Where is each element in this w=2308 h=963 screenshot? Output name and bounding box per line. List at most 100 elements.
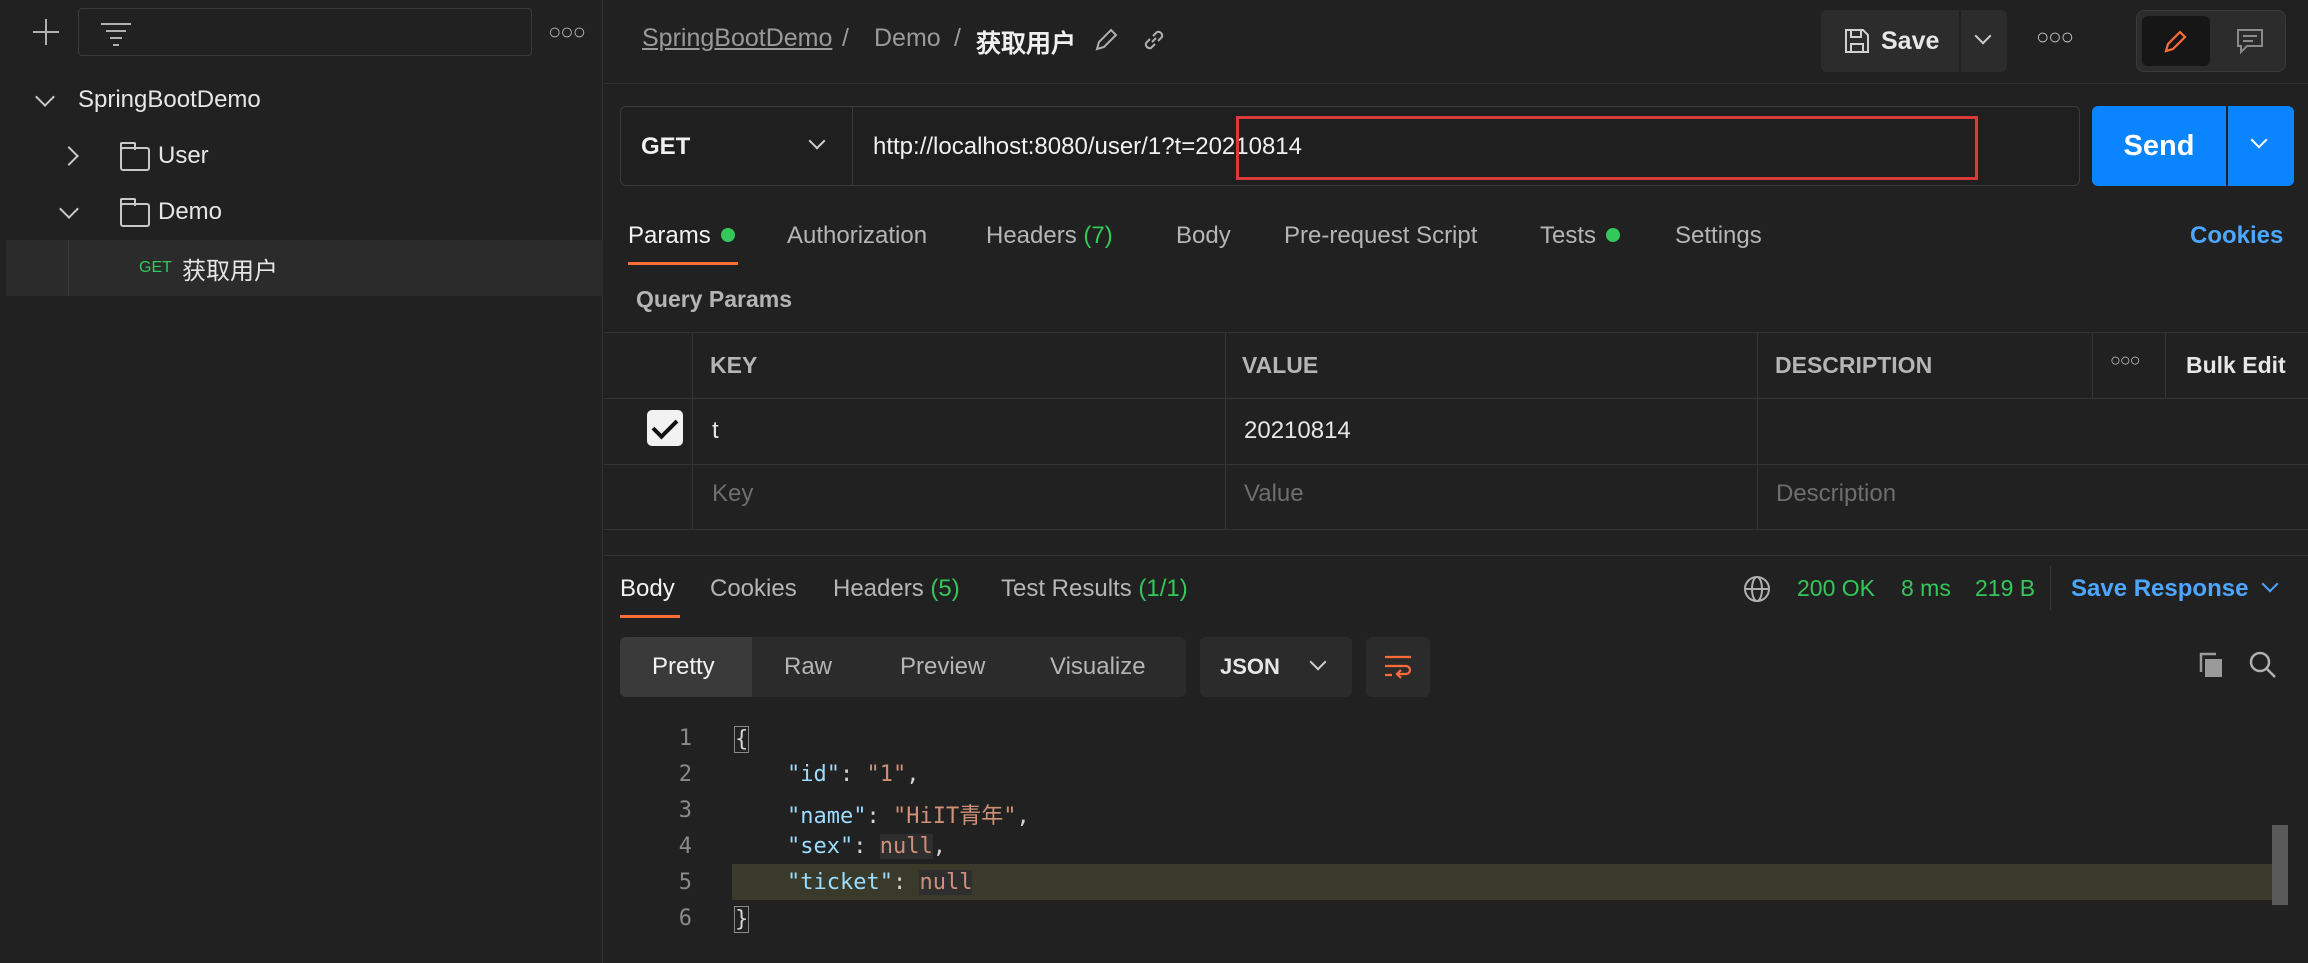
- send-dropdown-button[interactable]: [2228, 106, 2294, 186]
- value-input[interactable]: Value: [1244, 480, 1304, 508]
- breadcrumb-folder[interactable]: Demo: [874, 24, 941, 53]
- more-icon[interactable]: ○○○: [548, 18, 586, 46]
- save-button[interactable]: Save: [1821, 10, 1959, 72]
- tab-body[interactable]: Body: [1176, 222, 1231, 250]
- code-line: "id": "1",: [786, 762, 920, 787]
- status-dot: [720, 227, 735, 242]
- request-label: 获取用户: [182, 257, 278, 285]
- cookies-link[interactable]: Cookies: [2190, 222, 2283, 250]
- breadcrumb-separator: /: [954, 24, 961, 52]
- description-input[interactable]: Description: [1776, 480, 1896, 508]
- folder-icon: [119, 142, 150, 171]
- method-value: GET: [641, 133, 691, 160]
- code-line: "ticket": null: [786, 870, 973, 895]
- line-number: 2: [678, 762, 692, 787]
- request-header: SpringBootDemo / Demo / 获取用户 Save ○○○: [604, 0, 2308, 84]
- filter-input[interactable]: [78, 8, 532, 56]
- tab-count: (7): [1083, 222, 1113, 249]
- code-line: "sex": null,: [786, 834, 946, 859]
- json-value: "HiIT青年": [892, 804, 1017, 829]
- line-number: 6: [678, 906, 692, 931]
- response-tab-body[interactable]: Body: [620, 575, 675, 603]
- more-icon[interactable]: ○○○: [2036, 24, 2074, 50]
- json-value: null: [879, 834, 933, 859]
- json-key: "id": [786, 762, 840, 787]
- tab-pre-request-script[interactable]: Pre-request Script: [1284, 222, 1477, 250]
- breadcrumb-current: 获取用户: [976, 30, 1077, 58]
- code-line: "name": "HiIT青年",: [786, 804, 1030, 829]
- breadcrumb-collection[interactable]: SpringBootDemo: [642, 24, 832, 53]
- main-panel: SpringBootDemo / Demo / 获取用户 Save ○○○ GE…: [604, 0, 2308, 963]
- method-select[interactable]: GET: [621, 107, 853, 185]
- save-response-button[interactable]: Save Response: [2071, 575, 2248, 603]
- code-line: {: [734, 726, 750, 753]
- chevron-down-icon: [2261, 575, 2279, 593]
- request-item[interactable]: GET 获取用户: [6, 240, 603, 296]
- chevron-down-icon: [35, 87, 55, 107]
- chevron-right-icon: [59, 146, 79, 166]
- response-tab-test-results[interactable]: Test Results (1/1): [1001, 575, 1188, 603]
- save-dropdown-button[interactable]: [1961, 10, 2007, 72]
- wrap-lines-button[interactable]: [1366, 637, 1430, 697]
- tab-label: Headers: [833, 575, 924, 602]
- param-value[interactable]: 20210814: [1244, 417, 1351, 445]
- edit-mode-button[interactable]: [2142, 16, 2210, 66]
- format-visualize[interactable]: Visualize: [1050, 653, 1146, 681]
- pencil-icon: [2164, 30, 2187, 53]
- language-select[interactable]: JSON: [1200, 637, 1352, 697]
- tab-indicator: [628, 262, 738, 265]
- folder-icon: [119, 198, 150, 227]
- tab-label: Tests: [1540, 222, 1597, 249]
- language-value: JSON: [1220, 654, 1280, 679]
- line-number: 4: [678, 834, 692, 859]
- response-time[interactable]: 8 ms: [1901, 575, 1951, 602]
- tab-headers[interactable]: Headers (7): [986, 222, 1113, 250]
- column-header-description: DESCRIPTION: [1775, 352, 1933, 378]
- response-tab-headers[interactable]: Headers (5): [833, 575, 960, 603]
- more-icon[interactable]: ○○○: [2110, 350, 2141, 371]
- param-key[interactable]: t: [712, 417, 719, 445]
- line-number: 3: [678, 798, 692, 823]
- plus-icon[interactable]: [30, 16, 62, 48]
- response-divider: [604, 555, 2308, 556]
- folder-item-demo[interactable]: Demo: [6, 184, 603, 240]
- method-badge: GET: [139, 259, 172, 276]
- scrollbar-thumb[interactable]: [2272, 825, 2288, 905]
- comment-icon[interactable]: [2235, 27, 2265, 55]
- tab-indicator: [620, 615, 680, 618]
- copy-icon[interactable]: [2196, 650, 2226, 680]
- response-body-viewer[interactable]: 1 2 3 4 5 6 { "id": "1", "name": "HiIT青年…: [604, 720, 2308, 963]
- format-preview[interactable]: Preview: [900, 653, 985, 681]
- chevron-down-icon: [1974, 27, 1992, 45]
- format-pretty[interactable]: Pretty: [652, 653, 715, 681]
- pencil-icon[interactable]: [1092, 26, 1120, 54]
- response-size[interactable]: 219 B: [1975, 575, 2035, 602]
- response-tab-cookies[interactable]: Cookies: [710, 575, 797, 603]
- globe-icon[interactable]: [1742, 574, 1772, 604]
- folder-label: Demo: [158, 198, 223, 225]
- key-input[interactable]: Key: [712, 480, 753, 508]
- tab-tests[interactable]: Tests: [1540, 222, 1621, 250]
- line-number: 5: [678, 870, 692, 895]
- search-icon[interactable]: [2248, 650, 2278, 680]
- bulk-edit-button[interactable]: Bulk Edit: [2186, 352, 2286, 379]
- status-code[interactable]: 200 OK: [1797, 575, 1875, 602]
- tab-authorization[interactable]: Authorization: [787, 222, 927, 250]
- column-header-value: VALUE: [1242, 352, 1319, 378]
- send-button[interactable]: Send: [2092, 106, 2226, 186]
- collection-item[interactable]: SpringBootDemo: [6, 72, 603, 128]
- query-params-title: Query Params: [636, 286, 792, 312]
- chevron-down-icon: [59, 199, 79, 219]
- param-enabled-checkbox[interactable]: [647, 410, 683, 446]
- tab-params[interactable]: Params: [628, 222, 735, 250]
- tab-label: Test Results: [1001, 575, 1132, 602]
- format-raw[interactable]: Raw: [784, 653, 832, 681]
- sidebar: ○○○ SpringBootDemo User Demo GET 获取用户: [0, 0, 603, 963]
- chevron-down-icon: [1309, 653, 1327, 671]
- chevron-down-icon: [808, 132, 826, 150]
- folder-item-user[interactable]: User: [6, 128, 603, 184]
- save-label: Save: [1881, 27, 1940, 55]
- link-icon[interactable]: [1140, 26, 1168, 54]
- params-table: KEY VALUE DESCRIPTION ○○○ Bulk Edit t 20…: [604, 332, 2308, 530]
- tab-settings[interactable]: Settings: [1675, 222, 1762, 250]
